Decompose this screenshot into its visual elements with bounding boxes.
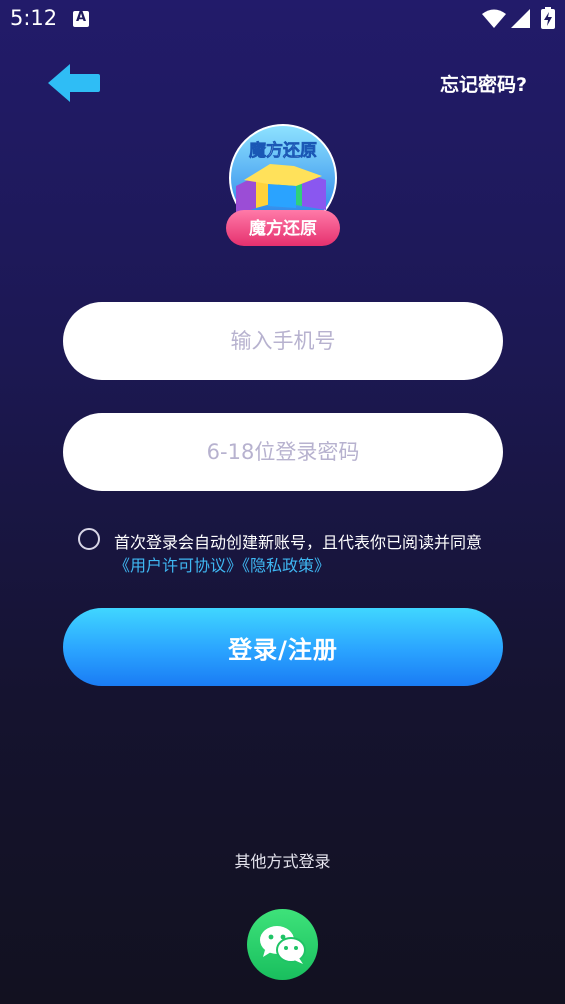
notification-icon: A xyxy=(73,10,89,27)
back-button[interactable] xyxy=(46,62,102,104)
logo-title: 魔方还原 xyxy=(249,140,317,161)
battery-icon xyxy=(541,7,555,29)
agreement-checkbox[interactable] xyxy=(78,528,100,550)
agreement-links: 《用户许可协议》《隐私政策》 xyxy=(114,552,330,576)
agreement-text: 首次登录会自动创建新账号，且代表你已阅读并同意 xyxy=(114,533,483,552)
wechat-login-button[interactable] xyxy=(247,909,318,980)
password-input[interactable] xyxy=(63,413,503,491)
wifi-icon xyxy=(482,9,506,28)
user-license-link[interactable]: 《用户许可协议》 xyxy=(114,556,242,575)
forgot-password-link[interactable]: 忘记密码? xyxy=(440,70,527,97)
status-bar: 5:12 A xyxy=(0,0,565,38)
privacy-policy-link[interactable]: 《隐私政策》 xyxy=(242,556,330,575)
login-register-button[interactable]: 登录/注册 xyxy=(63,608,503,686)
status-time: 5:12 xyxy=(10,6,58,30)
other-login-label: 其他方式登录 xyxy=(234,852,331,871)
phone-input[interactable] xyxy=(63,302,503,380)
signal-icon xyxy=(511,9,530,28)
logo-badge-text: 魔方还原 xyxy=(249,218,317,239)
app-logo: 魔方还原 魔方还原 xyxy=(226,124,340,246)
back-arrow-icon xyxy=(48,64,100,102)
wechat-icon xyxy=(260,926,306,964)
